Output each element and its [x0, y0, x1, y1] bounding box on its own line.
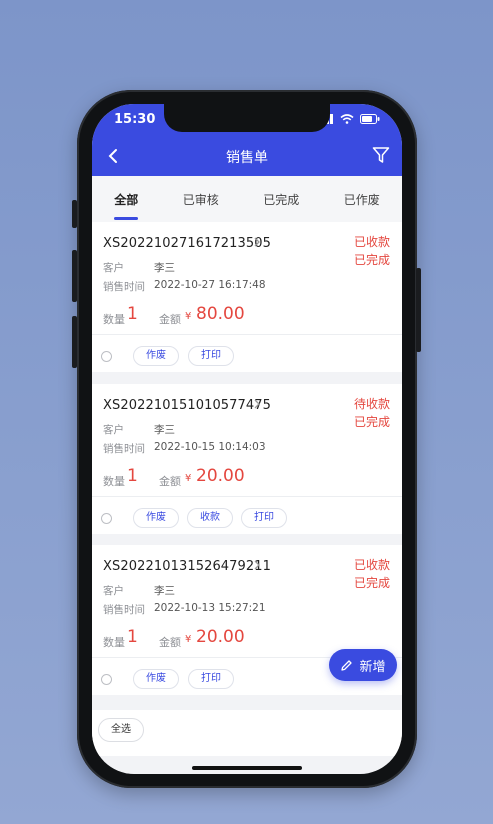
sale-time: 2022-10-27 16:17:48 [154, 279, 266, 291]
order-card[interactable]: XS202210271617213505 已收款 已完成 客户 李三 销售时间 … [92, 222, 402, 372]
completion-status: 已完成 [353, 415, 390, 429]
payment-status: 已收款 [353, 235, 390, 249]
amount-value: 80.00 [196, 304, 245, 324]
quantity-value: 1 [127, 627, 138, 647]
sale-time-label: 销售时间 [103, 604, 145, 616]
power-button [416, 268, 421, 352]
divider [92, 334, 402, 335]
page-title: 销售单 [226, 150, 268, 166]
add-new-label: 新增 [359, 659, 386, 675]
tab-bar: 全部 已审核 已完成 已作废 [92, 176, 402, 222]
volume-up-button [72, 250, 77, 302]
add-new-button[interactable]: 新增 [329, 649, 397, 681]
tab-approved[interactable]: 已审核 [179, 191, 223, 208]
pencil-icon [341, 659, 353, 671]
print-button[interactable]: 打印 [241, 508, 287, 528]
sale-time-label: 销售时间 [103, 443, 145, 455]
tab-voided[interactable]: 已作废 [340, 191, 384, 208]
void-button[interactable]: 作废 [133, 508, 179, 528]
customer-label: 客户 [103, 585, 124, 597]
status-time: 15:30 [114, 112, 156, 127]
select-radio[interactable] [101, 513, 112, 524]
currency-symbol: ¥ [185, 311, 192, 322]
battery-icon [360, 114, 380, 124]
mute-switch [72, 200, 77, 228]
order-number[interactable]: XS202210151010577475 [103, 398, 271, 413]
bottom-action-bar: 全选 [92, 710, 402, 756]
customer-name: 李三 [154, 262, 175, 274]
select-radio[interactable] [101, 351, 112, 362]
chevron-right-icon[interactable] [252, 559, 262, 571]
collect-payment-button[interactable]: 收款 [187, 508, 233, 528]
amount-label: 金额 [159, 313, 181, 326]
completion-status: 已完成 [353, 576, 390, 590]
quantity-value: 1 [127, 466, 138, 486]
tab-all[interactable]: 全部 [110, 191, 142, 208]
void-button[interactable]: 作废 [133, 346, 179, 366]
order-status: 已收款 已完成 [354, 556, 390, 592]
wifi-icon [340, 114, 354, 124]
quantity-label: 数量 [103, 475, 125, 488]
filter-icon[interactable] [372, 146, 390, 164]
divider [92, 496, 402, 497]
nav-bar: 销售单 [92, 138, 402, 176]
amount-label: 金额 [159, 475, 181, 488]
order-status: 已收款 已完成 [354, 233, 390, 269]
select-radio[interactable] [101, 674, 112, 685]
phone-screen: 15:30 销售单 全部 已审核 已完成 已作废 XS2022102716172… [92, 104, 402, 774]
currency-symbol: ¥ [185, 473, 192, 484]
volume-down-button [72, 316, 77, 368]
customer-name: 李三 [154, 424, 175, 436]
currency-symbol: ¥ [185, 634, 192, 645]
print-button[interactable]: 打印 [188, 669, 234, 689]
customer-name: 李三 [154, 585, 175, 597]
order-number[interactable]: XS202210271617213505 [103, 236, 271, 251]
home-indicator [192, 766, 302, 770]
order-card[interactable]: XS202210151010577475 待收款 已完成 客户 李三 销售时间 … [92, 384, 402, 534]
sale-time: 2022-10-15 10:14:03 [154, 441, 266, 453]
amount-label: 金额 [159, 636, 181, 649]
order-number[interactable]: XS202210131526479211 [103, 559, 271, 574]
select-all-button[interactable]: 全选 [98, 718, 144, 742]
quantity-label: 数量 [103, 636, 125, 649]
sale-time: 2022-10-13 15:27:21 [154, 602, 266, 614]
payment-status: 待收款 [353, 397, 390, 411]
amount-value: 20.00 [196, 466, 245, 486]
notch [164, 104, 330, 132]
void-button[interactable]: 作废 [133, 669, 179, 689]
customer-label: 客户 [103, 262, 124, 274]
chevron-right-icon[interactable] [252, 236, 262, 248]
customer-label: 客户 [103, 424, 124, 436]
quantity-value: 1 [127, 304, 138, 324]
payment-status: 已收款 [353, 558, 390, 572]
order-status: 待收款 已完成 [354, 395, 390, 431]
print-button[interactable]: 打印 [188, 346, 234, 366]
amount-value: 20.00 [196, 627, 245, 647]
completion-status: 已完成 [353, 253, 390, 267]
sale-time-label: 销售时间 [103, 281, 145, 293]
chevron-right-icon[interactable] [252, 398, 262, 410]
tab-completed[interactable]: 已完成 [259, 191, 303, 208]
quantity-label: 数量 [103, 313, 125, 326]
